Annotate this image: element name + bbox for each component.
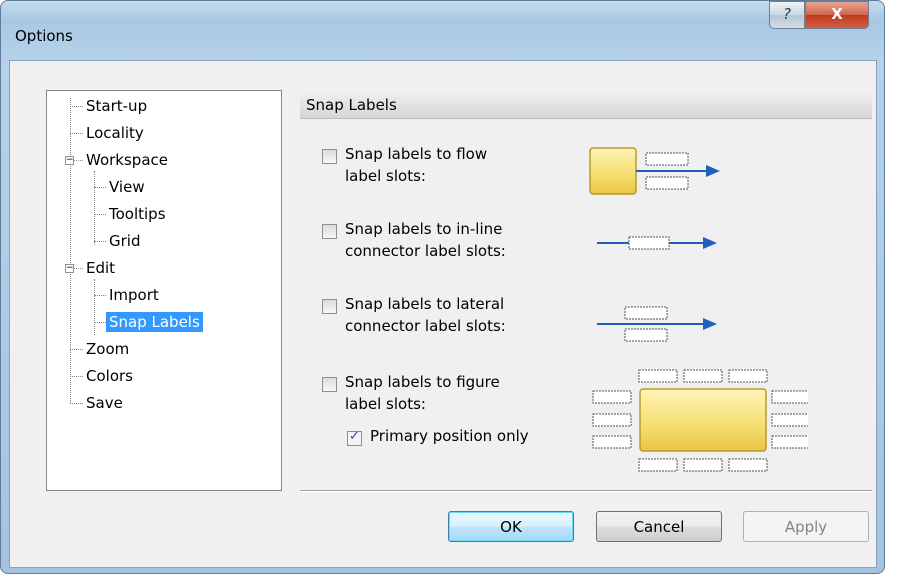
- lateral-illustration: [597, 306, 717, 342]
- primary-position-label[interactable]: Primary position only: [370, 425, 529, 447]
- snap-figure-label[interactable]: Snap labels to figure label slots:: [345, 371, 500, 415]
- flow-label-slot: [645, 176, 689, 190]
- collapse-workspace-icon[interactable]: −: [65, 156, 74, 165]
- lateral-label-slot: [624, 328, 668, 342]
- snap-lateral-checkbox[interactable]: [322, 299, 337, 314]
- tree-branch: [94, 322, 106, 323]
- tree-item-workspace[interactable]: Workspace: [83, 150, 171, 170]
- tree-branch: [94, 295, 106, 296]
- snap-figure-label-line1: Snap labels to figure: [345, 373, 500, 391]
- snap-flow-checkbox[interactable]: [322, 149, 337, 164]
- tree-item-import[interactable]: Import: [106, 285, 162, 305]
- tree-branch: [74, 160, 83, 161]
- snap-lateral-label-line2: connector label slots:: [345, 317, 506, 335]
- tree-item-snap-labels[interactable]: Snap Labels: [106, 312, 203, 332]
- separator: [300, 490, 872, 492]
- tree-branch: [94, 241, 106, 242]
- tree-branch: [70, 133, 83, 134]
- snap-inline-checkbox[interactable]: [322, 224, 337, 239]
- tree-branch: [70, 403, 83, 404]
- figure-label-slot: [592, 435, 632, 449]
- flow-illustration: [589, 147, 720, 195]
- help-icon: ?: [783, 5, 791, 23]
- figure-label-slot: [771, 390, 808, 404]
- tree-item-start-up[interactable]: Start-up: [83, 96, 150, 116]
- arrow-head-icon: [706, 165, 720, 177]
- section-title: Snap Labels: [306, 96, 397, 114]
- inline-label-slot: [628, 236, 670, 250]
- figure-label-slot: [683, 369, 723, 383]
- tree-item-save[interactable]: Save: [83, 393, 126, 413]
- flow-figure-shape: [589, 147, 637, 195]
- figure-label-slot: [771, 413, 808, 427]
- figure-label-slot: [592, 413, 632, 427]
- ok-button[interactable]: OK: [448, 511, 574, 542]
- tree-workspace-line: [94, 171, 95, 245]
- snap-lateral-label-line1: Snap labels to lateral: [345, 295, 505, 313]
- window-title: Options: [15, 27, 73, 45]
- snap-inline-label-line2: connector label slots:: [345, 242, 506, 260]
- snap-flow-label-line2: label slots:: [345, 167, 426, 185]
- options-dialog: Options ? X − − Start-up Locality Worksp…: [0, 0, 885, 574]
- title-bar[interactable]: Options ? X: [1, 1, 884, 61]
- lateral-label-slot: [624, 306, 668, 320]
- snap-lateral-label[interactable]: Snap labels to lateral connector label s…: [345, 293, 506, 337]
- tree-branch: [70, 376, 83, 377]
- snap-flow-label[interactable]: Snap labels to flow label slots:: [345, 143, 487, 187]
- figure-label-slot: [683, 458, 723, 472]
- figure-label-slot: [728, 458, 768, 472]
- figure-shape: [639, 388, 767, 452]
- arrow-head-icon: [703, 237, 717, 249]
- tree-edit-line: [94, 279, 95, 335]
- help-button[interactable]: ?: [769, 1, 805, 29]
- tree-branch: [94, 214, 106, 215]
- arrow-head-icon: [703, 318, 717, 330]
- tree-item-zoom[interactable]: Zoom: [83, 339, 132, 359]
- inline-illustration: [597, 236, 717, 250]
- close-icon: X: [831, 5, 843, 23]
- figure-label-slot: [728, 369, 768, 383]
- tree-item-view[interactable]: View: [106, 177, 148, 197]
- tree-root-line: [70, 98, 71, 403]
- tree-branch: [70, 106, 83, 107]
- collapse-edit-icon[interactable]: −: [65, 264, 74, 273]
- section-header: Snap Labels: [300, 93, 872, 119]
- close-button[interactable]: X: [805, 1, 869, 29]
- figure-label-slot: [771, 435, 808, 449]
- tree-branch: [70, 349, 83, 350]
- apply-button[interactable]: Apply: [743, 511, 869, 542]
- snap-flow-label-line1: Snap labels to flow: [345, 145, 488, 163]
- tree-item-tooltips[interactable]: Tooltips: [106, 204, 169, 224]
- figure-label-slot: [638, 458, 678, 472]
- snap-inline-label[interactable]: Snap labels to in-line connector label s…: [345, 218, 506, 262]
- options-tree[interactable]: − − Start-up Locality Workspace View Too…: [46, 90, 282, 491]
- figure-label-slot: [638, 369, 678, 383]
- figure-label-slot: [592, 390, 632, 404]
- snap-inline-label-line1: Snap labels to in-line: [345, 220, 503, 238]
- tree-item-colors[interactable]: Colors: [83, 366, 136, 386]
- cancel-button[interactable]: Cancel: [596, 511, 722, 542]
- figure-illustration: [592, 369, 808, 472]
- tree-item-grid[interactable]: Grid: [106, 231, 143, 251]
- tree-branch: [74, 268, 83, 269]
- primary-position-checkbox[interactable]: [347, 429, 362, 446]
- snap-figure-checkbox[interactable]: [322, 377, 337, 392]
- tree-item-locality[interactable]: Locality: [83, 123, 147, 143]
- flow-label-slot: [645, 152, 689, 166]
- tree-item-edit[interactable]: Edit: [83, 258, 118, 278]
- dialog-client-area: − − Start-up Locality Workspace View Too…: [9, 60, 877, 568]
- snap-figure-label-line2: label slots:: [345, 395, 426, 413]
- tree-branch: [94, 187, 106, 188]
